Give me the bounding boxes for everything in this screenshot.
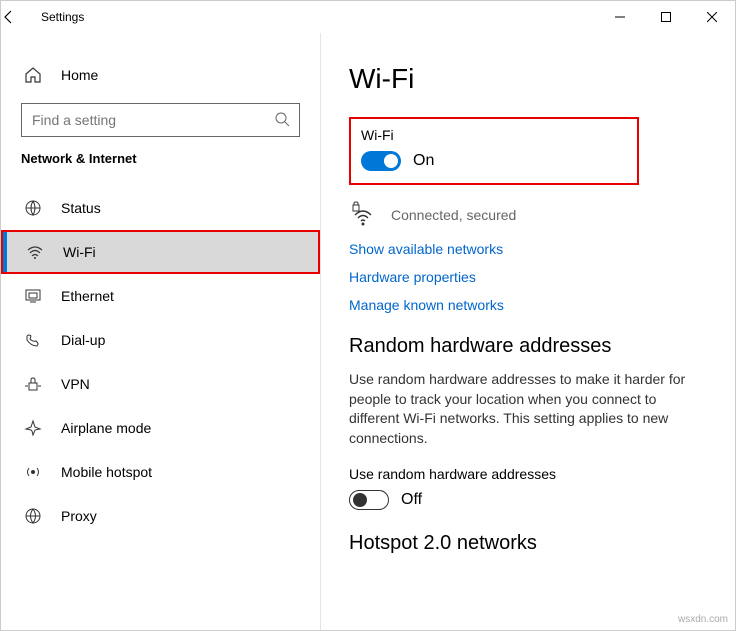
sidebar-item-label: Status	[61, 200, 101, 216]
main-panel: Wi-Fi Wi-Fi On Connected, secured Show a…	[321, 33, 735, 630]
random-hw-toggle[interactable]	[349, 490, 389, 510]
sidebar-item-proxy[interactable]: Proxy	[1, 494, 320, 538]
content: Home Network & Internet Status Wi-Fi	[1, 33, 735, 630]
wifi-toggle[interactable]	[361, 151, 401, 171]
sidebar-item-label: Home	[61, 67, 98, 83]
airplane-icon	[21, 419, 45, 437]
hotspot-heading: Hotspot 2.0 networks	[349, 532, 707, 555]
settings-window: Settings Home Network & Internet	[0, 0, 736, 631]
home-icon	[21, 66, 45, 84]
sidebar-item-label: Ethernet	[61, 288, 114, 304]
link-show-networks[interactable]: Show available networks	[349, 241, 707, 257]
sidebar-item-label: Proxy	[61, 508, 97, 524]
hotspot-icon	[21, 463, 45, 481]
secured-wifi-icon	[349, 201, 377, 229]
sidebar-item-label: Dial-up	[61, 332, 105, 348]
wifi-icon	[23, 243, 47, 261]
wifi-toggle-section: Wi-Fi On	[349, 117, 639, 185]
dialup-icon	[21, 331, 45, 349]
back-button[interactable]	[1, 9, 41, 25]
search-box[interactable]	[21, 103, 300, 137]
sidebar-item-label: Airplane mode	[61, 420, 151, 436]
titlebar: Settings	[1, 1, 735, 33]
sidebar-item-wifi[interactable]: Wi-Fi	[1, 230, 320, 274]
link-hardware-properties[interactable]: Hardware properties	[349, 269, 707, 285]
connection-status-text: Connected, secured	[391, 207, 516, 223]
minimize-button[interactable]	[597, 1, 643, 33]
random-hw-toggle-state: Off	[401, 491, 422, 509]
sidebar: Home Network & Internet Status Wi-Fi	[1, 33, 321, 630]
sidebar-item-hotspot[interactable]: Mobile hotspot	[1, 450, 320, 494]
sidebar-item-airplane[interactable]: Airplane mode	[1, 406, 320, 450]
window-controls	[597, 1, 735, 33]
wifi-toggle-state: On	[413, 152, 434, 170]
link-manage-known-networks[interactable]: Manage known networks	[349, 297, 707, 313]
random-hw-description: Use random hardware addresses to make it…	[349, 370, 689, 448]
sidebar-item-dialup[interactable]: Dial-up	[1, 318, 320, 362]
random-hw-toggle-label: Use random hardware addresses	[349, 466, 707, 482]
wifi-toggle-label: Wi-Fi	[361, 127, 627, 143]
sidebar-item-vpn[interactable]: VPN	[1, 362, 320, 406]
search-input[interactable]	[21, 103, 300, 137]
connection-status-row: Connected, secured	[349, 201, 707, 229]
sidebar-home[interactable]: Home	[1, 53, 320, 97]
page-title: Wi-Fi	[349, 63, 707, 95]
vpn-icon	[21, 375, 45, 393]
window-title: Settings	[41, 10, 84, 24]
proxy-icon	[21, 507, 45, 525]
sidebar-item-status[interactable]: Status	[1, 186, 320, 230]
status-icon	[21, 199, 45, 217]
search-icon	[274, 111, 290, 127]
ethernet-icon	[21, 287, 45, 305]
sidebar-item-label: Mobile hotspot	[61, 464, 152, 480]
sidebar-item-label: Wi-Fi	[63, 244, 96, 260]
sidebar-section-label: Network & Internet	[1, 151, 320, 166]
sidebar-item-label: VPN	[61, 376, 90, 392]
maximize-button[interactable]	[643, 1, 689, 33]
sidebar-item-ethernet[interactable]: Ethernet	[1, 274, 320, 318]
random-hw-heading: Random hardware addresses	[349, 335, 707, 358]
close-button[interactable]	[689, 1, 735, 33]
watermark: wsxdn.com	[678, 614, 728, 625]
